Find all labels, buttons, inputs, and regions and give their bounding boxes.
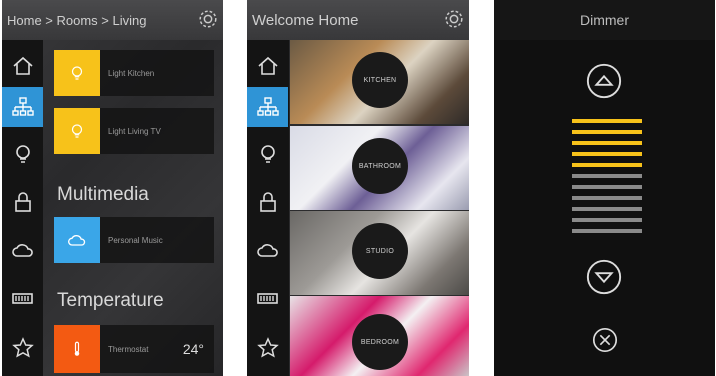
lock-icon xyxy=(14,192,31,212)
network-icon xyxy=(11,97,34,116)
room-label: BATHROOM xyxy=(352,138,408,194)
level-bar-on xyxy=(572,119,642,123)
dim-down-button[interactable] xyxy=(585,258,623,296)
room-card-bedroom[interactable]: BEDROOM xyxy=(290,296,469,376)
sidebar-item-rooms[interactable] xyxy=(2,87,43,127)
light-toggle[interactable] xyxy=(54,108,100,154)
tile-label: Light Living TV xyxy=(108,126,161,136)
level-bar-off xyxy=(572,174,642,178)
sidebar-item-energy[interactable] xyxy=(247,278,288,318)
tile-light-kitchen[interactable]: Light Kitchen xyxy=(54,50,214,96)
level-bar-on xyxy=(572,130,642,134)
battery-icon xyxy=(256,293,278,304)
close-button[interactable] xyxy=(591,326,619,354)
top-bar: Home > Rooms > Living xyxy=(2,0,223,40)
light-toggle[interactable] xyxy=(54,50,100,96)
level-bar-off xyxy=(572,185,642,189)
cloud-icon xyxy=(11,244,33,257)
sidebar-item-favorites[interactable] xyxy=(2,328,43,368)
tile-label: Thermostat xyxy=(108,344,149,354)
tile-label: Light Kitchen xyxy=(108,68,155,78)
star-icon xyxy=(256,337,279,358)
dimmer-screen: Dimmer xyxy=(494,0,715,376)
room-label: STUDIO xyxy=(352,223,408,279)
page-title: Welcome Home xyxy=(252,11,359,29)
network-icon xyxy=(256,97,279,116)
top-bar: Welcome Home xyxy=(247,0,469,40)
sidebar-item-multimedia[interactable] xyxy=(2,230,43,270)
sidebar-item-home[interactable] xyxy=(247,46,288,86)
section-temperature: Temperature xyxy=(57,290,164,311)
sidebar-item-lights[interactable] xyxy=(247,134,288,174)
room-card-kitchen[interactable]: KITCHEN xyxy=(290,40,469,124)
level-bar-on xyxy=(572,152,642,156)
page-title: Dimmer xyxy=(494,0,715,40)
rooms-screen: Home > Rooms > Living Light Kitchen Ligh… xyxy=(2,0,223,376)
cloud-icon xyxy=(256,244,278,257)
tile-personal-music[interactable]: Personal Music xyxy=(54,217,214,263)
level-bar-off xyxy=(572,229,642,233)
music-toggle[interactable] xyxy=(54,217,100,263)
cloud-icon xyxy=(68,235,86,246)
home-icon xyxy=(257,56,278,75)
sidebar-item-home[interactable] xyxy=(2,46,43,86)
section-multimedia: Multimedia xyxy=(57,184,149,205)
level-bar-off xyxy=(572,207,642,211)
lock-icon xyxy=(259,192,276,212)
sidebar xyxy=(2,40,43,376)
level-bar-on xyxy=(572,163,642,167)
sidebar-item-energy[interactable] xyxy=(2,278,43,318)
tile-thermostat[interactable]: Thermostat 24° xyxy=(54,325,214,373)
bulb-icon xyxy=(71,66,83,80)
tile-label: Personal Music xyxy=(108,235,163,245)
level-bar-off xyxy=(572,196,642,200)
room-label: BEDROOM xyxy=(352,314,408,370)
battery-icon xyxy=(11,293,33,304)
sidebar-item-rooms[interactable] xyxy=(247,87,288,127)
level-bar-off xyxy=(572,218,642,222)
room-card-studio[interactable]: STUDIO xyxy=(290,211,469,295)
bulb-icon xyxy=(260,145,275,163)
thermometer-icon xyxy=(74,341,80,356)
level-bar-on xyxy=(572,141,642,145)
room-label: KITCHEN xyxy=(352,52,408,108)
breadcrumb[interactable]: Home > Rooms > Living xyxy=(7,13,146,28)
thermostat-toggle[interactable] xyxy=(54,325,100,373)
tile-light-living-tv[interactable]: Light Living TV xyxy=(54,108,214,154)
home-icon xyxy=(12,56,33,75)
gear-icon[interactable] xyxy=(197,8,219,30)
sidebar-item-multimedia[interactable] xyxy=(247,230,288,270)
temperature-value: 24° xyxy=(182,341,204,357)
star-icon xyxy=(11,337,34,358)
bulb-icon xyxy=(71,124,83,138)
gear-icon[interactable] xyxy=(443,8,465,30)
welcome-screen: Welcome Home KITCHEN BATHROOM STUDIO BED… xyxy=(247,0,469,376)
dim-up-button[interactable] xyxy=(585,62,623,100)
bulb-icon xyxy=(15,145,30,163)
sidebar-item-security[interactable] xyxy=(247,182,288,222)
room-card-bathroom[interactable]: BATHROOM xyxy=(290,126,469,210)
sidebar xyxy=(247,40,289,376)
sidebar-item-favorites[interactable] xyxy=(247,328,288,368)
sidebar-item-security[interactable] xyxy=(2,182,43,222)
sidebar-item-lights[interactable] xyxy=(2,134,43,174)
